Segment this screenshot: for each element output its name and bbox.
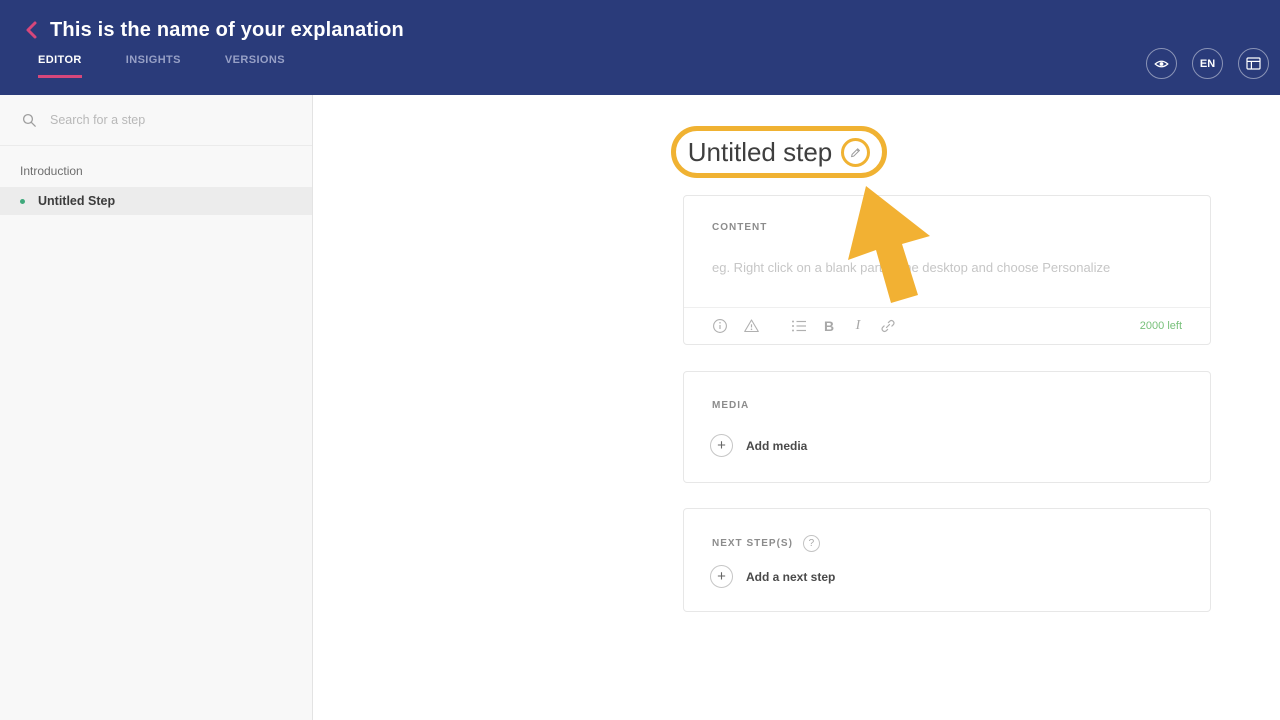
- help-icon[interactable]: ?: [802, 535, 820, 552]
- media-card: MEDIA + Add media: [683, 371, 1211, 483]
- tab-editor[interactable]: EDITOR: [38, 54, 82, 78]
- search-icon: [22, 113, 36, 127]
- step-title[interactable]: Untitled step: [688, 137, 833, 168]
- add-next-step-button[interactable]: + Add a next step: [710, 565, 835, 588]
- header-actions: EN: [1146, 48, 1269, 79]
- eye-icon: [1154, 60, 1169, 67]
- plus-icon: +: [710, 565, 733, 588]
- step-status-dot-icon: [20, 198, 25, 204]
- step-item-label: Untitled Step: [38, 194, 116, 208]
- header-title-row: This is the name of your explanation: [0, 0, 1280, 50]
- content-card: CONTENT eg. Right click on a blank part …: [683, 195, 1211, 345]
- next-steps-label: NEXT STEP(S): [712, 538, 793, 549]
- next-steps-card: NEXT STEP(S) ? + Add a next step: [683, 508, 1211, 612]
- link-icon: [881, 320, 895, 332]
- layout-button[interactable]: [1238, 48, 1269, 79]
- chevron-left-icon: [26, 21, 36, 39]
- language-button[interactable]: EN: [1192, 48, 1223, 79]
- content-card-label: CONTENT: [712, 222, 768, 233]
- add-next-step-label: Add a next step: [746, 569, 836, 584]
- italic-button[interactable]: I: [851, 318, 865, 334]
- edit-title-button[interactable]: [841, 137, 871, 167]
- chapter-label: Introduction: [20, 164, 83, 178]
- language-badge: EN: [1199, 57, 1216, 70]
- media-card-label: MEDIA: [712, 400, 750, 411]
- content-editor[interactable]: eg. Right click on a blank part of the d…: [684, 242, 1210, 304]
- content-placeholder: eg. Right click on a blank part of the d…: [712, 260, 1111, 275]
- app-header: This is the name of your explanation EDI…: [0, 0, 1280, 95]
- add-media-label: Add media: [746, 438, 808, 453]
- tab-versions[interactable]: VERSIONS: [225, 54, 285, 78]
- tab-insights[interactable]: INSIGHTS: [126, 54, 181, 78]
- link-button[interactable]: [880, 318, 896, 334]
- step-search-row: [0, 95, 312, 146]
- bullet-list-button[interactable]: [791, 319, 807, 333]
- steps-sidebar: Introduction Untitled Step: [0, 95, 313, 720]
- warning-button[interactable]: [743, 318, 760, 334]
- header-tabs: EDITOR INSIGHTS VERSIONS: [38, 54, 285, 78]
- characters-left-counter: 2000 left: [1139, 320, 1182, 332]
- pencil-icon: [851, 147, 861, 157]
- back-button[interactable]: [20, 17, 42, 43]
- bullet-list-icon: [792, 320, 806, 332]
- add-media-button[interactable]: + Add media: [710, 434, 807, 457]
- next-steps-label-row: NEXT STEP(S) ?: [712, 535, 820, 552]
- layout-panel-icon: [1246, 57, 1261, 70]
- bold-button[interactable]: B: [822, 318, 836, 334]
- explanation-title: This is the name of your explanation: [50, 18, 404, 41]
- info-icon: [713, 319, 727, 333]
- app-window: This is the name of your explanation EDI…: [0, 0, 1280, 720]
- info-button[interactable]: [712, 318, 728, 334]
- search-input[interactable]: [50, 113, 290, 127]
- content-toolbar: B I 2000 left: [684, 307, 1210, 344]
- warning-triangle-icon: [744, 319, 759, 333]
- step-title-highlight: Untitled step: [671, 126, 887, 178]
- preview-button[interactable]: [1146, 48, 1177, 79]
- sidebar-step-item[interactable]: Untitled Step: [0, 187, 312, 215]
- plus-icon: +: [710, 434, 733, 457]
